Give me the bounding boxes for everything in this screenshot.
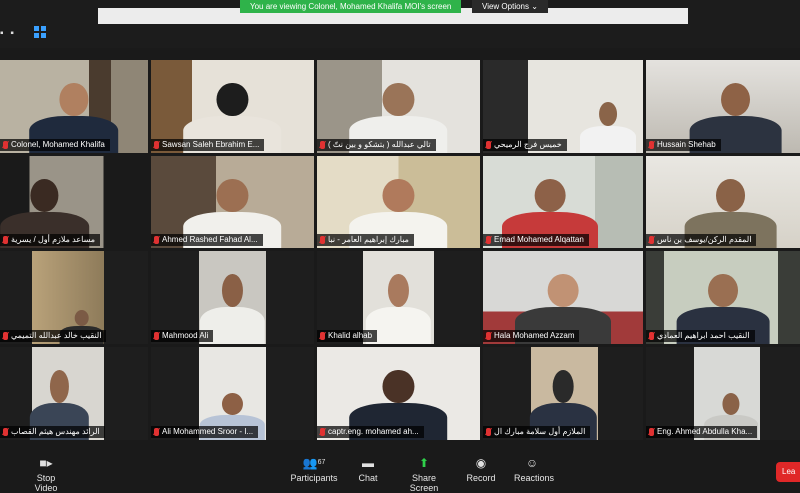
- reactions-button[interactable]: ☺ Reactions: [514, 456, 554, 483]
- chat-bubble-icon: ▬: [362, 456, 374, 470]
- participant-name: النقيب احمد ابراهيم العمادي: [646, 330, 755, 342]
- participant-name: Khalid alhab: [317, 330, 378, 342]
- video-tile[interactable]: النقيب خالد عبدالله التميمي: [0, 251, 148, 344]
- share-screen-button[interactable]: ⬆ Share Screen: [400, 456, 448, 493]
- video-tile[interactable]: Colonel, Mohamed Khalifa: [0, 60, 148, 153]
- mic-muted-icon: [3, 332, 8, 340]
- participant-name: Hala Mohamed Azzam: [483, 330, 580, 342]
- video-tile[interactable]: Ahmed Rashed Fahad Al...: [151, 156, 314, 248]
- share-screen-icon: ⬆: [418, 456, 430, 470]
- mic-muted-icon: [3, 236, 8, 244]
- mic-muted-icon: [3, 428, 8, 436]
- video-tile[interactable]: الملازم أول سلامة مبارك ال: [483, 347, 643, 440]
- participant-name: خميس فرج الرميحي: [483, 139, 567, 151]
- chat-button[interactable]: ▬ Chat: [354, 456, 382, 483]
- video-tile[interactable]: المقدم الركن/يوسف بن ناس: [646, 156, 800, 248]
- mic-muted-icon: [649, 141, 654, 149]
- mic-muted-icon: [649, 428, 654, 436]
- participant-name: Mahmood Ali: [151, 330, 214, 342]
- participant-name: النقيب خالد عبدالله التميمي: [0, 330, 107, 342]
- participant-name: Ahmed Rashed Fahad Al...: [151, 234, 263, 246]
- mic-muted-icon: [649, 332, 654, 340]
- leave-button[interactable]: Lea: [776, 462, 800, 482]
- participant-name: تالي عبدالله ( بتشكو و بين نتّ ): [317, 139, 436, 151]
- participant-name: Emad Mohamed Alqattan: [483, 234, 589, 246]
- video-tile[interactable]: Ali Mohammed Sroor - I...: [151, 347, 314, 440]
- mic-muted-icon: [154, 236, 159, 244]
- mic-muted-icon: [154, 332, 159, 340]
- mic-muted-icon: [320, 141, 325, 149]
- meeting-toolbar: ■▸ Stop Video 👥67 Participants ▬ Chat ⬆ …: [0, 448, 800, 493]
- video-tile[interactable]: الرائد مهندس هيثم القصاب: [0, 347, 148, 440]
- participant-name: المقدم الركن/يوسف بن ناس: [646, 234, 757, 246]
- mic-muted-icon: [486, 332, 491, 340]
- participant-name: مبارك إبراهيم العامر - نبا: [317, 234, 414, 246]
- mic-muted-icon: [320, 236, 325, 244]
- window-controls-icon[interactable]: ▪ ▪: [0, 28, 16, 39]
- participant-name: الملازم أول سلامة مبارك ال: [483, 426, 591, 438]
- mic-muted-icon: [320, 332, 325, 340]
- participants-button[interactable]: 👥67 Participants: [290, 456, 338, 483]
- participant-name: Eng. Ahmed Abdulla Kha...: [646, 426, 758, 438]
- mic-muted-icon: [3, 141, 8, 149]
- mic-muted-icon: [154, 428, 159, 436]
- video-tile[interactable]: تالي عبدالله ( بتشكو و بين نتّ ): [317, 60, 480, 153]
- video-tile[interactable]: Hala Mohamed Azzam: [483, 251, 643, 344]
- participant-name: Ali Mohammed Sroor - I...: [151, 426, 259, 438]
- mic-muted-icon: [320, 428, 325, 436]
- video-tile[interactable]: النقيب احمد ابراهيم العمادي: [646, 251, 800, 344]
- view-options-button[interactable]: View Options ⌄: [472, 0, 548, 13]
- video-tile[interactable]: Emad Mohamed Alqattan: [483, 156, 643, 248]
- mic-muted-icon: [486, 428, 491, 436]
- mic-muted-icon: [649, 236, 654, 244]
- gallery-view-icon[interactable]: [34, 26, 46, 38]
- record-icon: ◉: [475, 456, 487, 470]
- video-tile[interactable]: مساعد ملازم أول / يسرية: [0, 156, 148, 248]
- video-tile[interactable]: مبارك إبراهيم العامر - نبا: [317, 156, 480, 248]
- stop-video-button[interactable]: ■▸ Stop Video: [26, 456, 66, 493]
- record-button[interactable]: ◉ Record: [466, 456, 496, 483]
- participant-name: Sawsan Saleh Ebrahim E...: [151, 139, 265, 151]
- top-bar: You are viewing Colonel, Mohamed Khalifa…: [0, 0, 800, 48]
- video-tile[interactable]: Sawsan Saleh Ebrahim E...: [151, 60, 314, 153]
- video-tile[interactable]: خميس فرج الرميحي: [483, 60, 643, 153]
- participant-name: مساعد ملازم أول / يسرية: [0, 234, 101, 246]
- share-banner: You are viewing Colonel, Mohamed Khalifa…: [240, 0, 462, 13]
- video-tile[interactable]: Khalid alhab: [317, 251, 480, 344]
- mic-muted-icon: [486, 236, 491, 244]
- participant-name: Colonel, Mohamed Khalifa: [0, 139, 110, 151]
- participant-name: captr.eng. mohamed ah...: [317, 426, 424, 438]
- video-camera-icon: ■▸: [39, 456, 53, 470]
- smiley-icon: ☺: [525, 456, 539, 470]
- participants-icon: 👥67: [302, 456, 326, 470]
- mic-muted-icon: [154, 141, 159, 149]
- video-tile[interactable]: captr.eng. mohamed ah...: [317, 347, 480, 440]
- mic-muted-icon: [486, 141, 491, 149]
- participant-grid: Colonel, Mohamed Khalifa Sawsan Saleh Eb…: [0, 60, 800, 440]
- video-tile[interactable]: Hussain Shehab: [646, 60, 800, 153]
- participant-name: الرائد مهندس هيثم القصاب: [0, 426, 105, 438]
- participant-name: Hussain Shehab: [646, 139, 721, 151]
- video-tile[interactable]: Mahmood Ali: [151, 251, 314, 344]
- video-tile[interactable]: Eng. Ahmed Abdulla Kha...: [646, 347, 800, 440]
